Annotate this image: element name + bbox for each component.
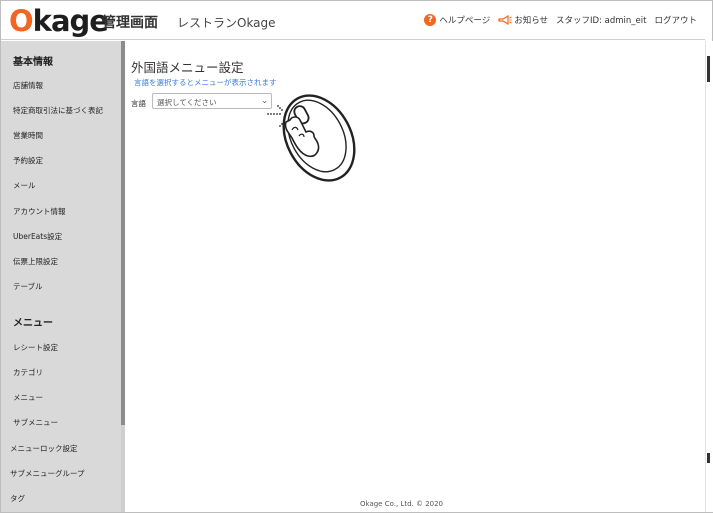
page-title: 外国語メニュー設定 xyxy=(131,60,244,75)
sidebar-item-category[interactable]: カテゴリ xyxy=(13,367,43,378)
news-label: お知らせ xyxy=(514,16,549,26)
sidebar-item-commercial-law[interactable]: 特定商取引法に基づく表記 xyxy=(13,105,103,116)
logo-rest: kage xyxy=(32,4,109,38)
sidebar-item-menu[interactable]: メニュー xyxy=(13,392,43,403)
staff-id-label: スタッフID: admin_eit xyxy=(556,16,647,26)
help-link[interactable]: ? ヘルプページ xyxy=(424,14,490,26)
page-scrollbar[interactable] xyxy=(705,41,713,512)
page-scrollbar-marker-bottom xyxy=(707,453,710,463)
header-actions: ? ヘルプページ お知らせ スタッフID: admin_eit ログアウト xyxy=(416,14,697,26)
sidebar-item-ubereats[interactable]: UberEats設定 xyxy=(13,231,62,242)
language-label: 言語 xyxy=(131,99,146,108)
sidebar-item-submenu[interactable]: サブメニュー xyxy=(13,417,58,428)
sidebar-item-account[interactable]: アカウント情報 xyxy=(13,206,66,217)
sidebar-section-basic: 基本情報 xyxy=(13,57,53,68)
restaurant-name: レストランOkage xyxy=(177,16,276,30)
sidebar-item-submenu-group[interactable]: サブメニューグループ xyxy=(10,468,85,479)
help-label: ヘルプページ xyxy=(439,16,491,26)
staff-id: スタッフID: admin_eit xyxy=(556,14,646,26)
sidebar-section-menu: メニュー xyxy=(13,318,53,329)
help-icon: ? xyxy=(424,14,437,26)
sidebar-item-store-info[interactable]: 店舗情報 xyxy=(13,80,43,91)
sidebar-item-reservation[interactable]: 予約設定 xyxy=(13,155,43,166)
top-header: Okage 管理画面 レストランOkage ? ヘルプページ お知らせ スタッフ… xyxy=(1,1,705,40)
logo[interactable]: Okage xyxy=(9,3,109,39)
sidebar-item-table[interactable]: テーブル xyxy=(13,281,43,292)
sidebar-scrollbar-thumb[interactable] xyxy=(121,41,125,425)
hint-text: 言語を選択するとメニューが表示されます xyxy=(134,78,277,87)
logout-label: ログアウト xyxy=(654,16,697,26)
news-link[interactable]: お知らせ xyxy=(498,14,548,26)
logo-o: O xyxy=(9,4,34,38)
logout-link[interactable]: ログアウト xyxy=(654,14,697,26)
sidebar-item-tag[interactable]: タグ xyxy=(10,493,25,504)
sidebar-item-business-hours[interactable]: 営業時間 xyxy=(13,130,43,141)
language-select[interactable]: 選択してください ⌄ xyxy=(152,93,272,109)
language-select-value: 選択してください xyxy=(157,98,217,107)
megaphone-icon xyxy=(498,15,512,25)
mouse-click-icon xyxy=(267,94,356,182)
sidebar-item-slip-limit[interactable]: 伝票上限設定 xyxy=(13,256,58,267)
sidebar-item-receipt[interactable]: レシート設定 xyxy=(13,342,58,353)
admin-title: 管理画面 xyxy=(102,15,158,31)
footer-copyright: Okage Co., Ltd. © 2020 xyxy=(360,500,444,508)
sidebar-item-mail[interactable]: メール xyxy=(13,180,36,191)
page-scrollbar-marker-top xyxy=(707,56,710,82)
sidebar-item-menu-lock[interactable]: メニューロック設定 xyxy=(10,443,78,454)
